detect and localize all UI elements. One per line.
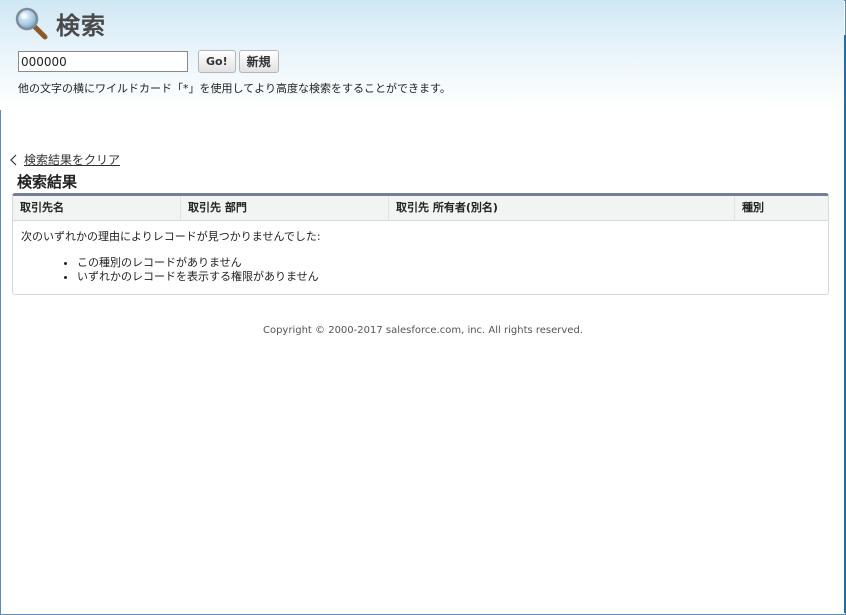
results-table: 取引先名 取引先 部門 取引先 所有者(別名) 種別 次のいずれかの理由によりレ… bbox=[12, 193, 829, 295]
page-title: 検索 bbox=[56, 11, 106, 40]
page-header: 検索 bbox=[14, 6, 106, 40]
column-header-type[interactable]: 種別 bbox=[735, 196, 828, 220]
search-bar: Go! 新規 bbox=[18, 50, 279, 73]
new-button[interactable]: 新規 bbox=[238, 50, 279, 73]
list-item: いずれかのレコードを表示する権限がありません bbox=[77, 270, 828, 284]
column-header-account-division[interactable]: 取引先 部門 bbox=[181, 196, 389, 220]
results-title: 検索結果 bbox=[17, 173, 78, 191]
search-icon bbox=[15, 7, 48, 40]
clear-results-link[interactable]: 検索結果をクリア bbox=[24, 151, 120, 168]
table-header: 取引先名 取引先 部門 取引先 所有者(別名) 種別 bbox=[13, 196, 828, 221]
go-button[interactable]: Go! bbox=[198, 50, 236, 73]
no-records-message: 次のいずれかの理由によりレコードが見つかりませんでした: bbox=[21, 230, 321, 243]
list-item: この種別のレコードがありません bbox=[77, 256, 828, 270]
reasons-list: この種別のレコードがありません いずれかのレコードを表示する権限がありません bbox=[13, 256, 828, 284]
clear-results: 検索結果をクリア bbox=[10, 151, 120, 168]
column-header-account-name[interactable]: 取引先名 bbox=[13, 196, 181, 220]
column-header-account-owner-alias[interactable]: 取引先 所有者(別名) bbox=[389, 196, 735, 220]
wildcard-hint: 他の文字の横にワイルドカード「*」を使用してより高度な検索をすることができます。 bbox=[18, 82, 451, 95]
chevron-left-icon bbox=[10, 154, 17, 165]
copyright-footer: Copyright © 2000-2017 salesforce.com, in… bbox=[262, 325, 583, 336]
search-input[interactable] bbox=[18, 51, 188, 72]
